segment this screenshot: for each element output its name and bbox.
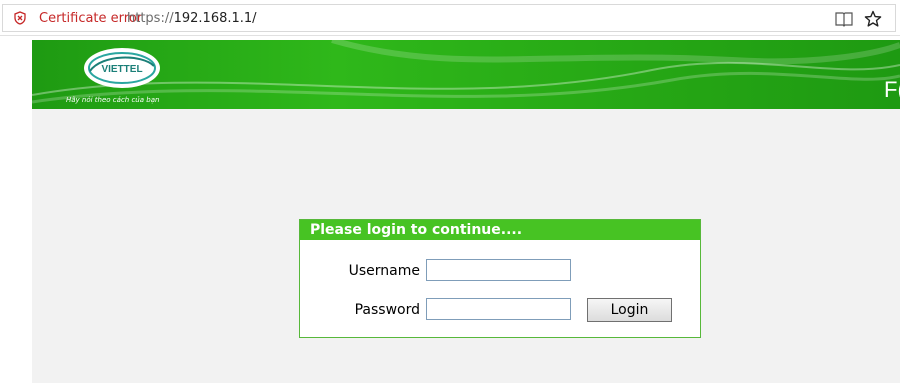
url-field[interactable]: Certificate error https://192.168.1.1/: [2, 4, 896, 32]
banner-right-text: F(: [884, 77, 900, 102]
login-panel: Please login to continue.... Username Pa…: [299, 219, 701, 338]
certificate-error-icon[interactable]: [13, 11, 27, 25]
banner-decoration: [32, 40, 900, 104]
login-button[interactable]: Login: [587, 298, 672, 322]
url-protocol: https://: [127, 11, 174, 26]
username-label: Username: [348, 263, 420, 279]
header-banner: VIETTEL Hãy nói theo cách của bạn F(: [32, 40, 900, 109]
router-page: VIETTEL Hãy nói theo cách của bạn F( Ple…: [32, 40, 900, 383]
viettel-logo: VIETTEL: [84, 48, 160, 88]
favorite-star-icon[interactable]: [864, 10, 882, 28]
password-label: Password: [354, 302, 420, 318]
browser-address-bar: Certificate error https://192.168.1.1/: [0, 0, 900, 36]
url-host: 192.168.1.1/: [173, 11, 257, 26]
logo-brand-text: VIETTEL: [101, 64, 142, 75]
username-input[interactable]: [426, 259, 571, 281]
reading-view-icon[interactable]: [835, 11, 853, 27]
password-input[interactable]: [426, 298, 571, 320]
brand-tagline: Hãy nói theo cách của bạn: [66, 96, 160, 104]
login-header: Please login to continue....: [300, 220, 700, 240]
url-text[interactable]: https://192.168.1.1/: [127, 11, 257, 27]
